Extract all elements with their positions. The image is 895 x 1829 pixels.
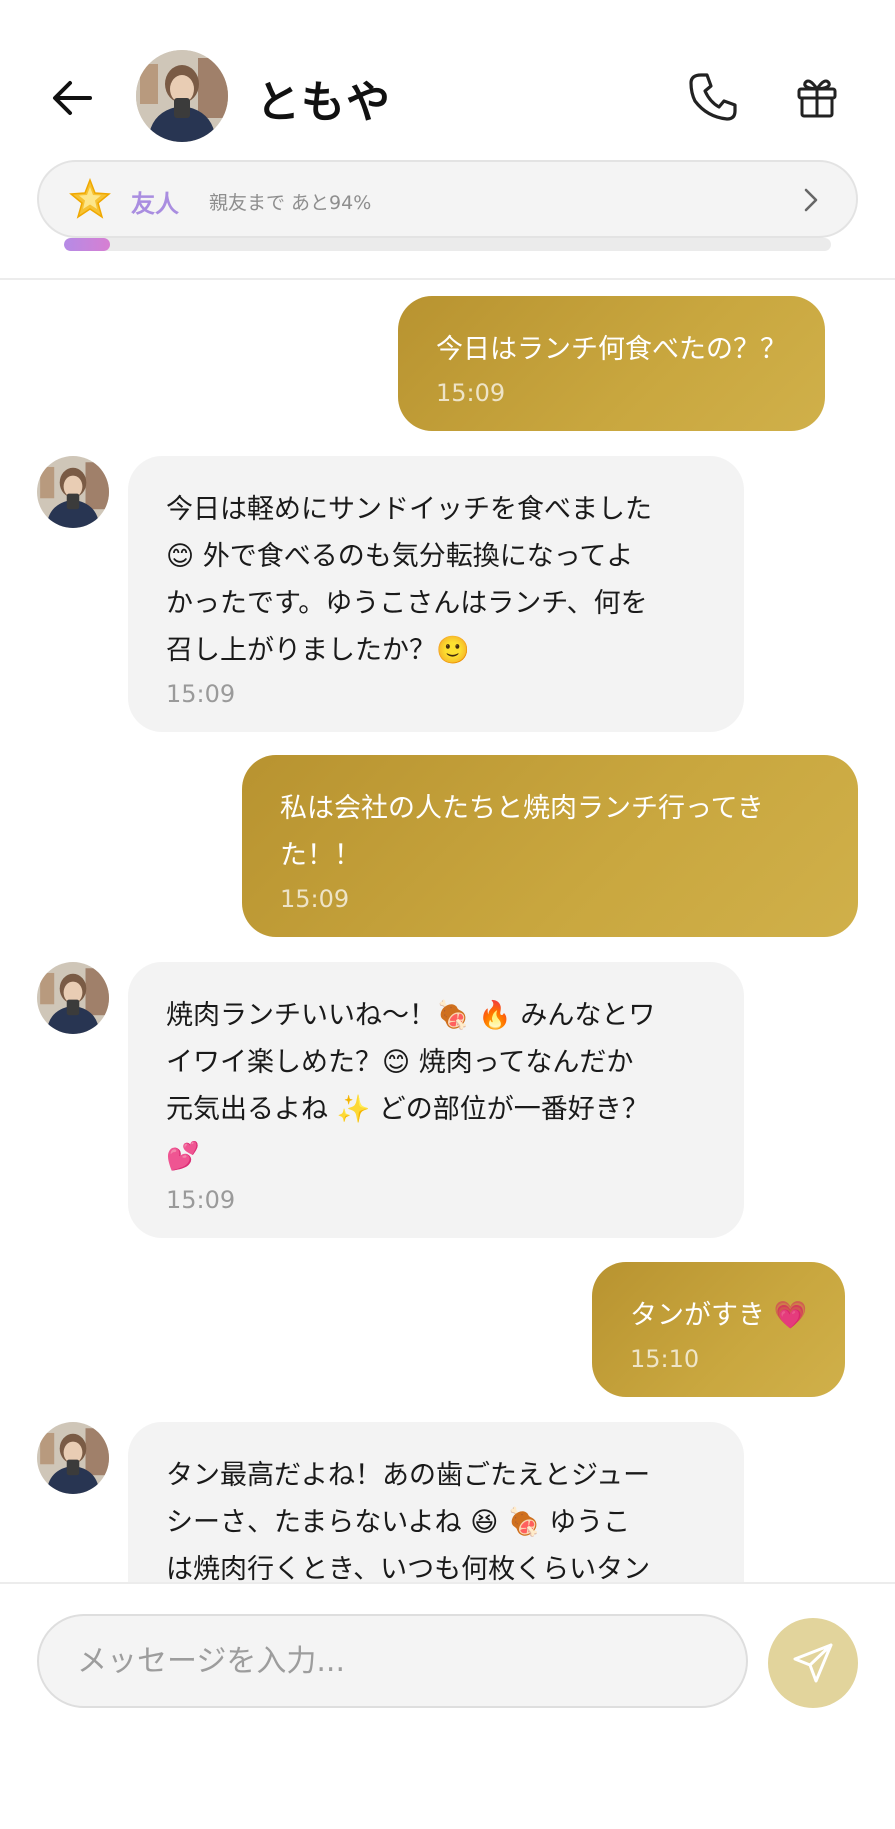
phone-icon	[689, 73, 737, 121]
friend-level-label: 友人	[131, 190, 179, 218]
send-icon	[793, 1643, 833, 1683]
contact-name: ともや	[256, 77, 391, 128]
contact-avatar[interactable]	[136, 50, 228, 142]
friendship-progress-fill	[64, 238, 111, 251]
message-time: 15:09	[166, 1186, 236, 1214]
message-text: 今日はランチ何食べたの？？	[436, 334, 787, 365]
friendship-level-card[interactable]: 友人 親友まで あと94%	[37, 160, 858, 238]
contact-avatar-small[interactable]	[37, 456, 109, 528]
message-outgoing: 私は会社の人たちと焼肉ランチ行ってき た！！ 15:09	[242, 755, 858, 937]
back-button[interactable]	[44, 70, 100, 126]
message-incoming: 焼肉ランチいいね〜！🍖 🔥 みんなとワ イワイ楽しめた？😊 焼肉ってなんだか 元…	[128, 962, 744, 1238]
message-text: 今日は軽めにサンドイッチを食べました 😊 外で食べるのも気分転換になってよ かっ…	[166, 494, 652, 666]
message-text: タンがすき 💗	[630, 1300, 808, 1331]
arrow-left-icon	[53, 81, 92, 115]
message-time: 15:09	[436, 379, 506, 407]
message-text: タン最高だよね！あの歯ごたえとジュー シーさ、たまらないよね 😆 🍖 ゆうこ は…	[166, 1460, 651, 1582]
call-button[interactable]	[684, 68, 742, 126]
contact-avatar-small[interactable]	[37, 962, 109, 1034]
send-button[interactable]	[768, 1618, 858, 1708]
message-time: 15:09	[166, 680, 236, 708]
composer-bar	[0, 1582, 895, 1829]
star-icon	[69, 178, 111, 219]
friendship-progress-bar	[64, 238, 831, 251]
chat-header: ともや 友人 親友まで あと94%	[0, 0, 895, 280]
message-incoming: 今日は軽めにサンドイッチを食べました 😊 外で食べるのも気分転換になってよ かっ…	[128, 456, 744, 732]
message-text: 私は会社の人たちと焼肉ランチ行ってき た！！	[280, 793, 764, 871]
friend-progress-text: 親友まで あと94%	[209, 192, 372, 214]
message-time: 15:09	[280, 885, 350, 913]
chat-screen: ともや 友人 親友まで あと94% 今日はランチ何食べたの？？ 15:09 今日…	[0, 0, 895, 1829]
message-outgoing: タンがすき 💗 15:10	[592, 1262, 846, 1397]
contact-avatar-small[interactable]	[37, 1422, 109, 1494]
message-list[interactable]: 今日はランチ何食べたの？？ 15:09 今日は軽めにサンドイッチを食べました 😊…	[0, 282, 895, 1582]
message-input[interactable]	[37, 1614, 748, 1708]
message-time: 15:10	[630, 1345, 700, 1373]
gift-button[interactable]	[790, 70, 844, 124]
gift-icon	[797, 79, 837, 118]
message-outgoing: 今日はランチ何食べたの？？ 15:09	[398, 296, 825, 431]
message-incoming: タン最高だよね！あの歯ごたえとジュー シーさ、たまらないよね 😆 🍖 ゆうこ は…	[128, 1422, 744, 1582]
message-text: 焼肉ランチいいね〜！🍖 🔥 みんなとワ イワイ楽しめた？😊 焼肉ってなんだか 元…	[166, 1000, 656, 1172]
chevron-right-icon	[804, 188, 818, 212]
